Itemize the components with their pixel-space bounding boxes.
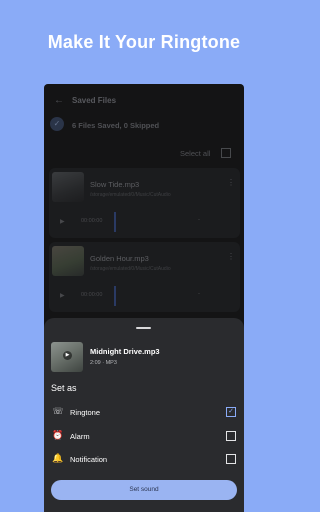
audio-name: Midnight Drive.mp3 bbox=[90, 347, 160, 356]
option-label: Alarm bbox=[70, 432, 90, 441]
option-label: Ringtone bbox=[70, 408, 101, 417]
ringtone-checkbox[interactable]: ✓ bbox=[226, 407, 236, 417]
set-as-bottom-sheet: ▶ Midnight Drive.mp3 2:09 · MP3 Set as ☏… bbox=[44, 318, 244, 512]
phone-screen: ← Saved Files ✓ 6 Files Saved, 0 Skipped… bbox=[44, 84, 244, 512]
option-label: Notification bbox=[70, 455, 108, 464]
set-as-heading: Set as bbox=[51, 383, 77, 393]
ringtone-icon: ☏ bbox=[52, 406, 64, 416]
audio-meta: 2:09 · MP3 bbox=[90, 360, 117, 366]
notification-checkbox[interactable] bbox=[226, 454, 236, 464]
play-icon[interactable]: ▶ bbox=[63, 351, 72, 360]
headline: Make It Your Ringtone bbox=[47, 32, 241, 52]
option-notification[interactable]: 🔔 Notification bbox=[44, 451, 244, 471]
set-sound-button[interactable]: Set sound bbox=[51, 480, 237, 500]
alarm-checkbox[interactable] bbox=[226, 431, 236, 441]
option-alarm[interactable]: ⏰ Alarm bbox=[44, 428, 244, 448]
option-ringtone[interactable]: ☏ Ringtone ✓ bbox=[44, 404, 244, 424]
notification-icon: 🔔 bbox=[52, 453, 64, 463]
alarm-icon: ⏰ bbox=[52, 430, 64, 440]
audio-thumbnail: ▶ bbox=[51, 342, 83, 372]
drag-handle[interactable] bbox=[136, 327, 151, 329]
